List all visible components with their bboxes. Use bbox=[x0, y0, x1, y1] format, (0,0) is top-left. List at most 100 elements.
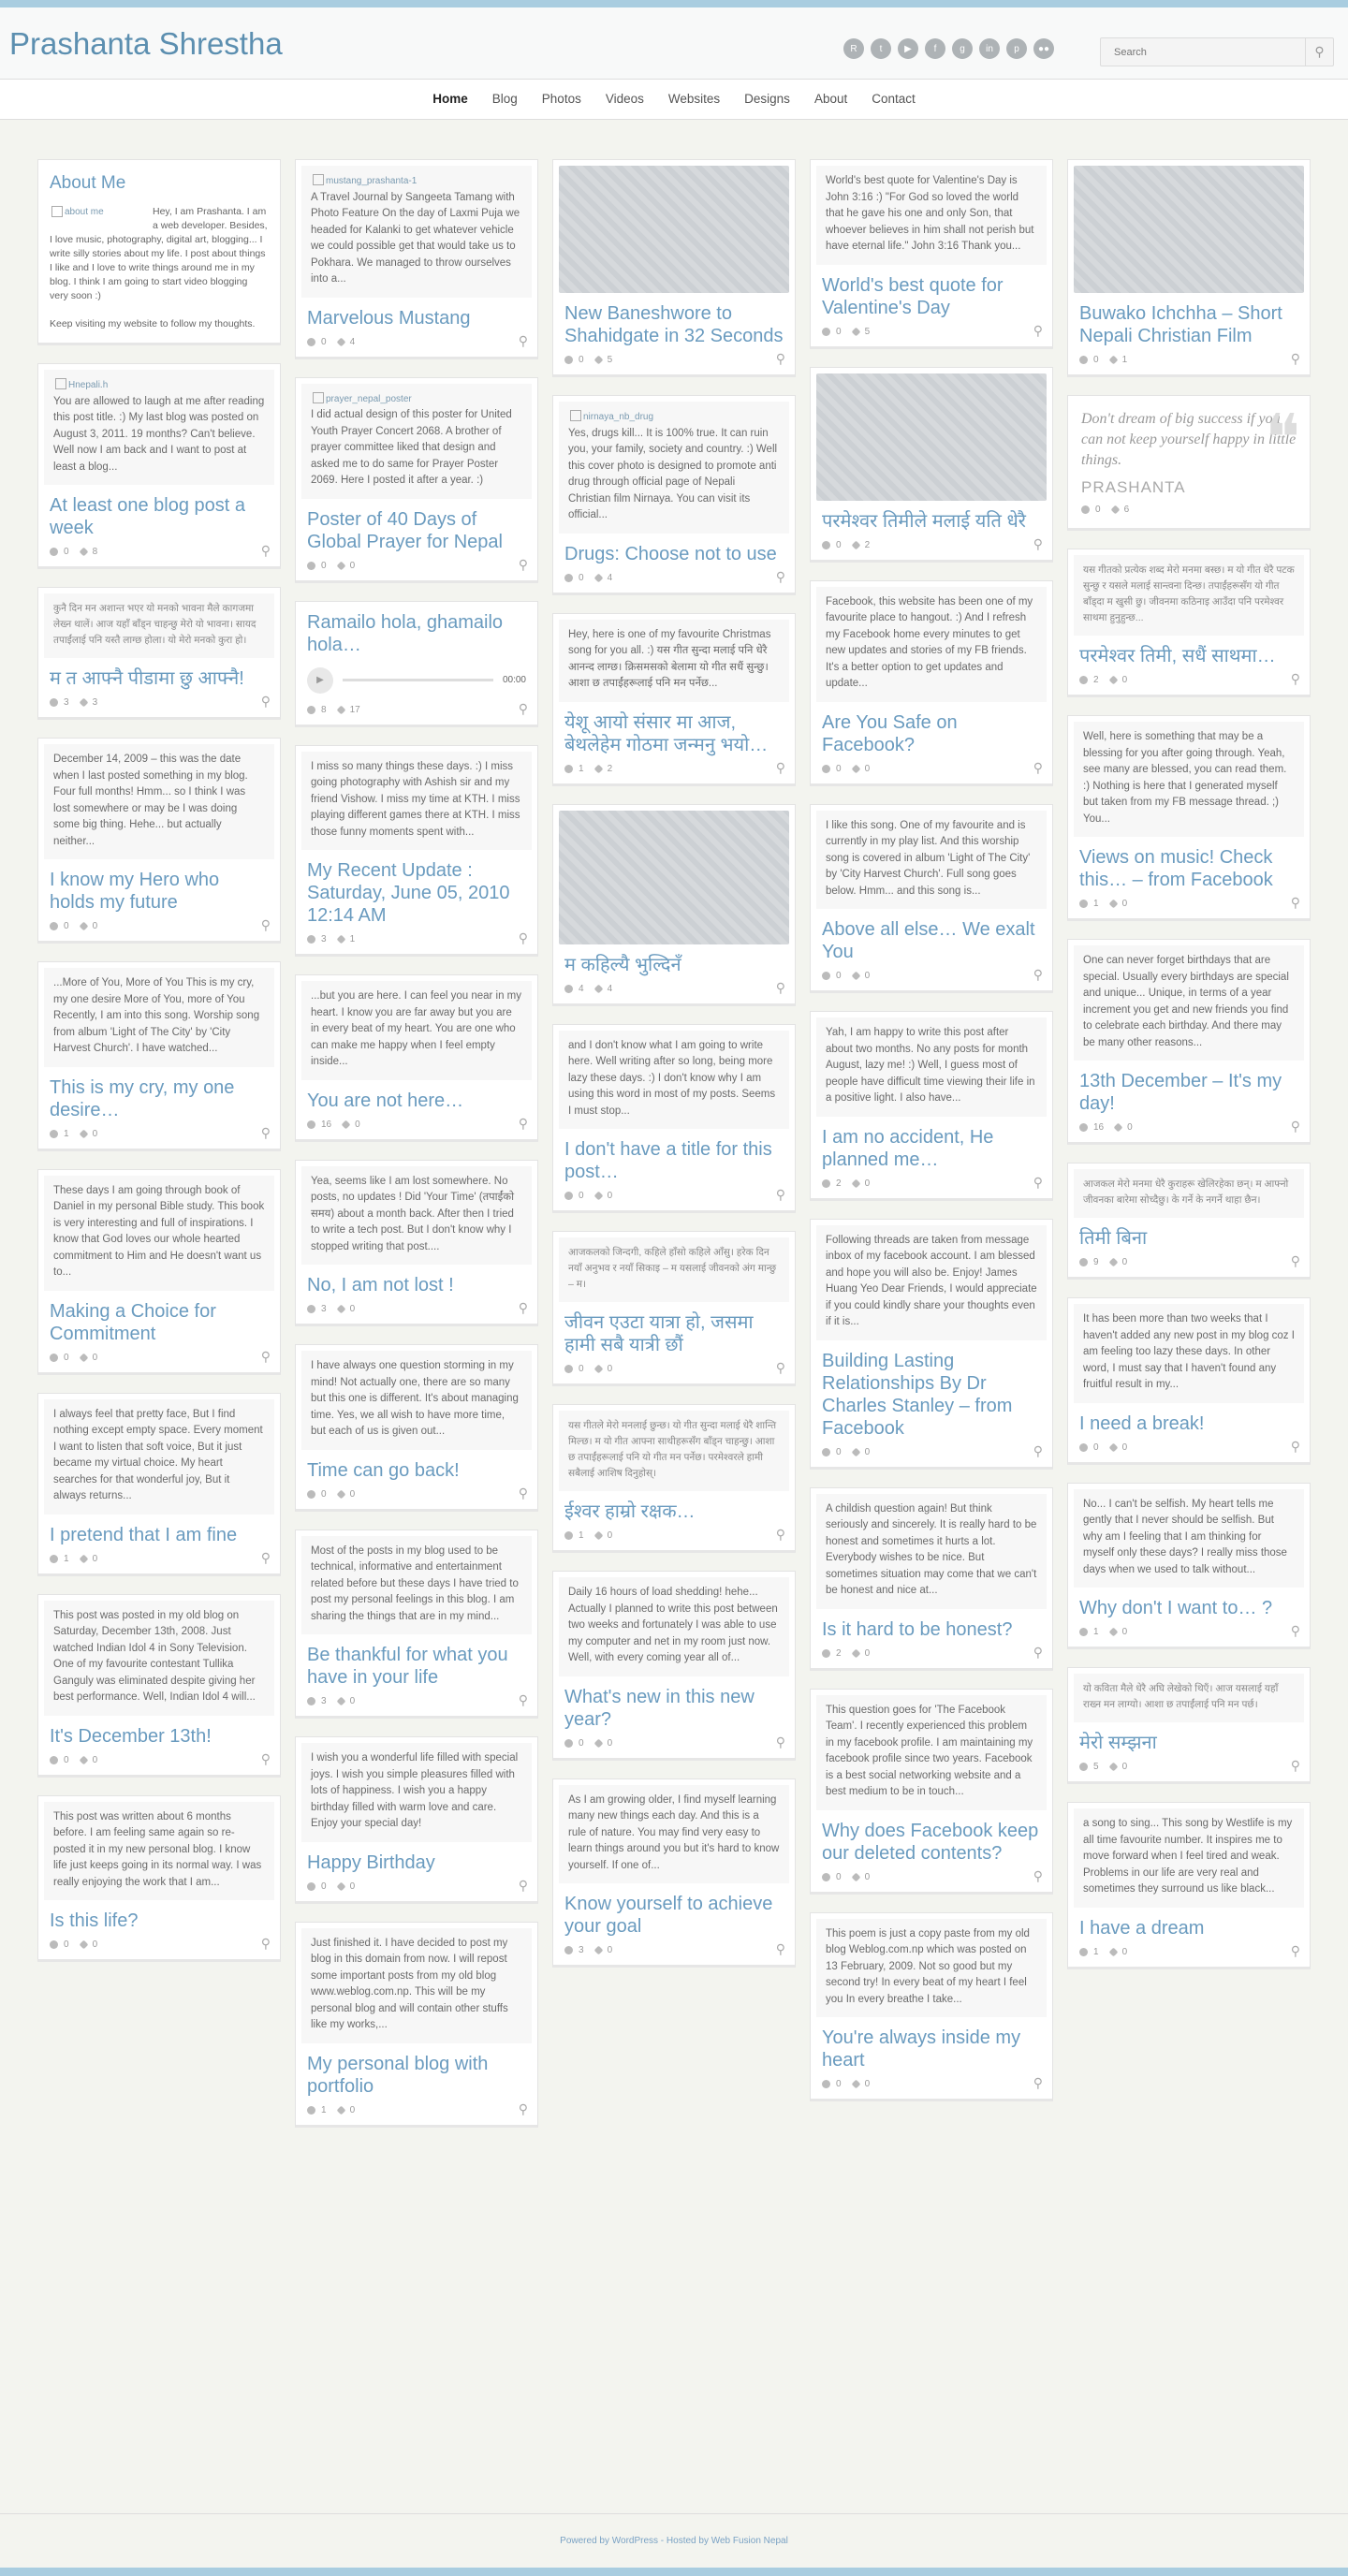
link-icon[interactable]: ⚲ bbox=[1291, 895, 1300, 911]
post-title[interactable]: You are not here… bbox=[296, 1080, 537, 1116]
facebook-icon[interactable]: f bbox=[925, 38, 945, 59]
post-thumbnail[interactable] bbox=[559, 166, 789, 293]
comment-icon[interactable] bbox=[1079, 1258, 1088, 1266]
post-title[interactable]: परमेश्वर तिमी, सधैं साथमा… bbox=[1068, 636, 1310, 671]
like-icon[interactable] bbox=[336, 934, 346, 944]
like-icon[interactable] bbox=[851, 764, 861, 773]
like-icon[interactable] bbox=[341, 1120, 351, 1129]
post-title[interactable]: जीवन एउटा यात्रा हो, जसमा हामी सबै यात्र… bbox=[553, 1302, 795, 1360]
youtube-icon[interactable]: ▶ bbox=[898, 38, 918, 59]
like-icon[interactable] bbox=[851, 540, 861, 549]
comment-icon[interactable] bbox=[564, 1192, 573, 1200]
post-title[interactable]: Drugs: Choose not to use bbox=[553, 534, 795, 569]
audio-progress[interactable] bbox=[343, 679, 493, 681]
link-icon[interactable]: ⚲ bbox=[1291, 1439, 1300, 1455]
comment-icon[interactable] bbox=[307, 935, 315, 944]
link-icon[interactable]: ⚲ bbox=[519, 557, 528, 573]
link-icon[interactable]: ⚲ bbox=[519, 2101, 528, 2117]
like-icon[interactable] bbox=[1108, 355, 1119, 365]
link-icon[interactable]: ⚲ bbox=[261, 1751, 271, 1767]
comment-icon[interactable] bbox=[564, 1531, 573, 1540]
link-icon[interactable]: ⚲ bbox=[519, 930, 528, 946]
comment-icon[interactable] bbox=[50, 1554, 58, 1563]
like-icon[interactable] bbox=[336, 1696, 346, 1706]
link-icon[interactable]: ⚲ bbox=[1291, 1119, 1300, 1134]
like-icon[interactable] bbox=[336, 1881, 346, 1891]
post-title[interactable]: Marvelous Mustang bbox=[296, 298, 537, 333]
link-icon[interactable]: ⚲ bbox=[1291, 1943, 1300, 1959]
post-thumbnail[interactable] bbox=[816, 373, 1047, 501]
link-icon[interactable]: ⚲ bbox=[776, 1941, 785, 1957]
link-icon[interactable]: ⚲ bbox=[261, 1936, 271, 1952]
link-icon[interactable]: ⚲ bbox=[1033, 967, 1043, 983]
comment-icon[interactable] bbox=[822, 764, 830, 773]
like-icon[interactable] bbox=[336, 561, 346, 570]
search-icon[interactable]: ⚲ bbox=[1305, 38, 1333, 66]
comment-icon[interactable] bbox=[50, 922, 58, 930]
post-title[interactable]: Poster of 40 Days of Global Prayer for N… bbox=[296, 499, 537, 557]
like-icon[interactable] bbox=[593, 1738, 604, 1748]
link-icon[interactable]: ⚲ bbox=[519, 701, 528, 717]
comment-icon[interactable] bbox=[1079, 356, 1088, 364]
comment-icon[interactable] bbox=[307, 705, 315, 714]
post-title[interactable]: What's new in this new year? bbox=[553, 1676, 795, 1734]
like-icon[interactable] bbox=[851, 1447, 861, 1456]
post-title[interactable]: I know my Hero who holds my future bbox=[38, 859, 280, 917]
comment-icon[interactable] bbox=[822, 2080, 830, 2088]
like-icon[interactable] bbox=[79, 1554, 89, 1563]
comment-icon[interactable] bbox=[1079, 1442, 1088, 1452]
like-icon[interactable] bbox=[79, 1129, 89, 1138]
like-icon[interactable] bbox=[79, 547, 89, 557]
comment-icon[interactable] bbox=[307, 1305, 315, 1313]
link-icon[interactable]: ⚲ bbox=[1033, 1868, 1043, 1884]
linkedin-icon[interactable]: in bbox=[979, 38, 1000, 59]
link-icon[interactable]: ⚲ bbox=[1033, 2075, 1043, 2091]
like-icon[interactable] bbox=[79, 1353, 89, 1362]
nav-contact[interactable]: Contact bbox=[859, 80, 928, 119]
rss-icon[interactable]: R bbox=[843, 38, 864, 59]
link-icon[interactable]: ⚲ bbox=[261, 917, 271, 933]
play-icon[interactable]: ▶ bbox=[307, 666, 333, 694]
post-title[interactable]: ईश्वर हाम्रो रक्षक… bbox=[553, 1491, 795, 1527]
comment-icon[interactable] bbox=[307, 2105, 315, 2115]
like-icon[interactable] bbox=[336, 1304, 346, 1314]
like-icon[interactable] bbox=[1108, 675, 1119, 685]
post-title[interactable]: I am no accident, He planned me… bbox=[811, 1117, 1052, 1175]
comment-icon[interactable] bbox=[307, 1697, 315, 1705]
link-icon[interactable]: ⚲ bbox=[776, 1187, 785, 1203]
post-title[interactable]: Happy Birthday bbox=[296, 1842, 537, 1878]
comment-icon[interactable] bbox=[50, 698, 58, 707]
comment-icon[interactable] bbox=[564, 764, 573, 773]
post-title[interactable]: My personal blog with portfolio bbox=[296, 2043, 537, 2101]
post-title[interactable]: At least one blog post a week bbox=[38, 485, 280, 543]
post-title[interactable]: My Recent Update : Saturday, June 05, 20… bbox=[296, 850, 537, 930]
comment-icon[interactable] bbox=[822, 1648, 830, 1658]
nav-blog[interactable]: Blog bbox=[480, 80, 530, 119]
link-icon[interactable]: ⚲ bbox=[519, 333, 528, 349]
comment-icon[interactable] bbox=[50, 1353, 58, 1362]
link-icon[interactable]: ⚲ bbox=[519, 1486, 528, 1501]
link-icon[interactable]: ⚲ bbox=[776, 1360, 785, 1376]
google-icon[interactable]: g bbox=[952, 38, 973, 59]
nav-videos[interactable]: Videos bbox=[593, 80, 656, 119]
link-icon[interactable]: ⚲ bbox=[1291, 1253, 1300, 1269]
comment-icon[interactable] bbox=[822, 540, 830, 549]
link-icon[interactable]: ⚲ bbox=[1291, 1623, 1300, 1639]
link-icon[interactable]: ⚲ bbox=[1291, 351, 1300, 367]
like-icon[interactable] bbox=[851, 971, 861, 981]
twitter-icon[interactable]: t bbox=[871, 38, 891, 59]
post-title[interactable]: I don't have a title for this post… bbox=[553, 1129, 795, 1187]
like-icon[interactable] bbox=[593, 984, 604, 993]
link-icon[interactable]: ⚲ bbox=[519, 1116, 528, 1132]
post-title[interactable]: Ramailo hola, ghamailo hola… bbox=[296, 602, 537, 660]
comment-icon[interactable] bbox=[50, 1129, 58, 1138]
like-icon[interactable] bbox=[593, 1530, 604, 1541]
like-icon[interactable] bbox=[1108, 899, 1119, 909]
post-title[interactable]: Be thankful for what you have in your li… bbox=[296, 1634, 537, 1692]
link-icon[interactable]: ⚲ bbox=[1033, 1645, 1043, 1661]
comment-icon[interactable] bbox=[307, 1120, 315, 1129]
like-icon[interactable] bbox=[851, 1178, 861, 1188]
post-title[interactable]: Why does Facebook keep our deleted conte… bbox=[811, 1810, 1052, 1868]
post-title[interactable]: No, I am not lost ! bbox=[296, 1265, 537, 1300]
post-thumbnail[interactable] bbox=[559, 810, 789, 944]
